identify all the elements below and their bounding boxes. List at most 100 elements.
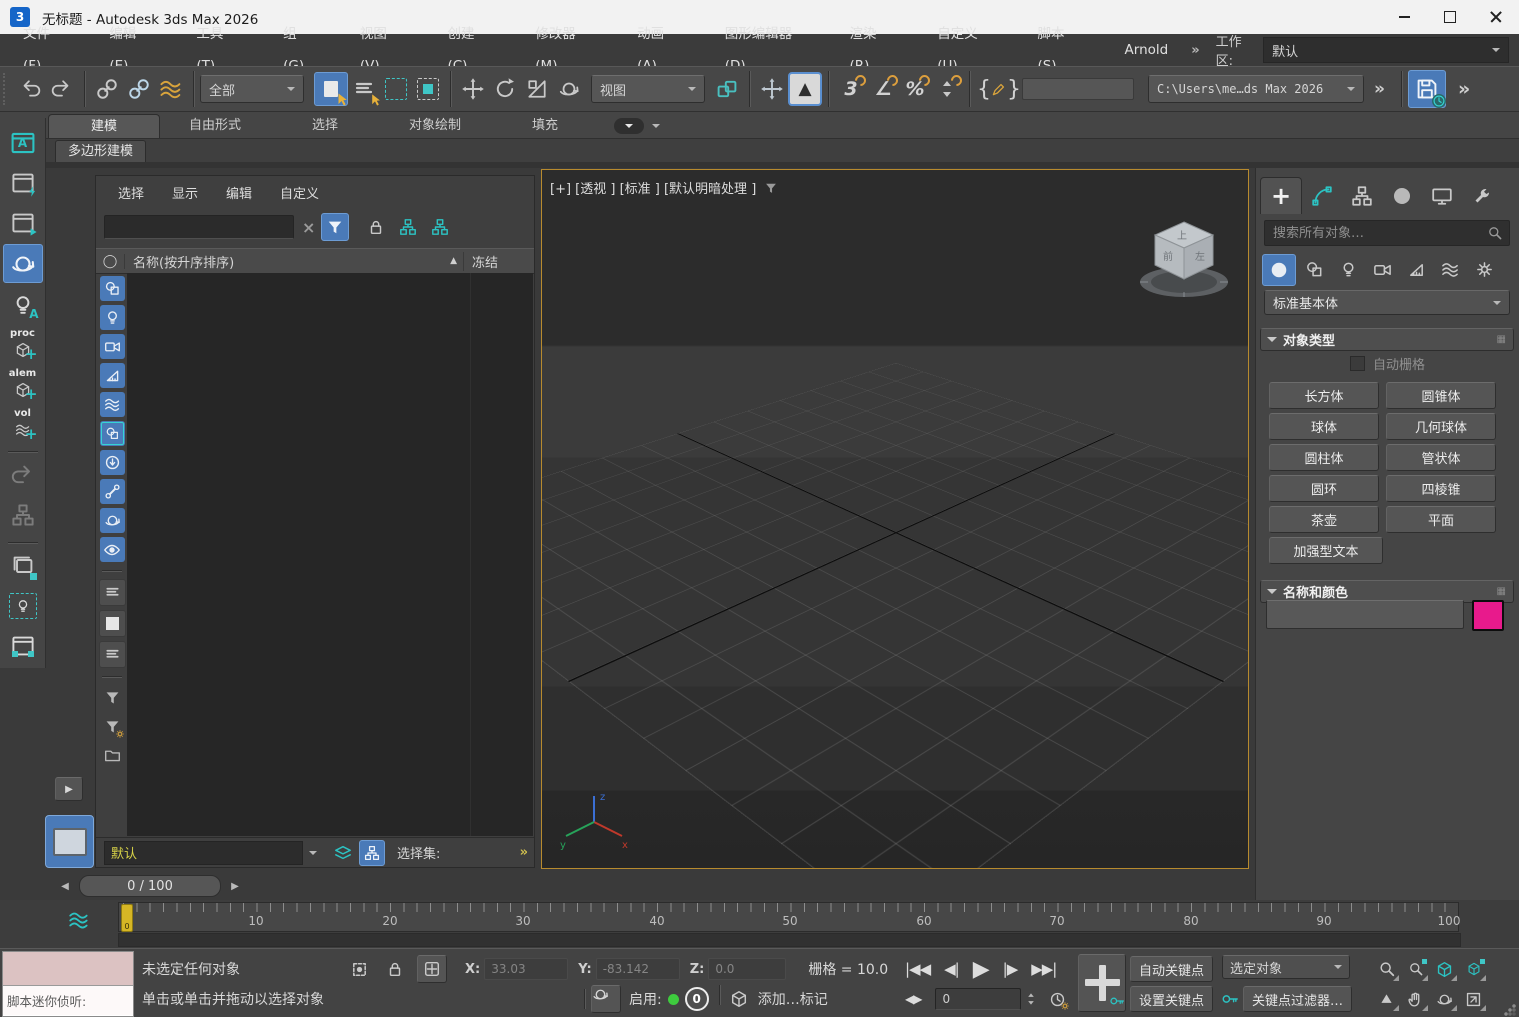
tab-utilities[interactable] xyxy=(1462,178,1502,214)
autosave-button[interactable] xyxy=(1408,70,1446,108)
explorer-filter-button[interactable] xyxy=(321,213,349,241)
field-of-view-button[interactable] xyxy=(1373,987,1400,1012)
filter-lights-icon[interactable] xyxy=(100,305,125,330)
toolbar-overflow-icon[interactable]: » xyxy=(1374,79,1385,99)
window-resize-grip[interactable] xyxy=(1504,1004,1516,1016)
arnold-tx-manager-button[interactable] xyxy=(4,548,42,585)
category-lights-icon[interactable] xyxy=(1332,254,1364,284)
named-selection-input[interactable] xyxy=(1022,78,1134,100)
arnold-procedural-button[interactable]: proc+ xyxy=(4,326,42,363)
key-filters-button[interactable]: 关键点过滤器… xyxy=(1243,986,1352,1012)
selection-filter-dropdown[interactable]: 全部 xyxy=(200,75,304,103)
select-and-link-icon[interactable] xyxy=(91,73,123,105)
clear-search-icon[interactable]: × xyxy=(302,218,315,237)
filter-bone-chains-icon[interactable] xyxy=(100,508,125,533)
project-folder-dropdown[interactable]: C:\Users\me…ds Max 2026 xyxy=(1148,75,1364,103)
chevron-down-icon[interactable] xyxy=(652,124,660,132)
object-type-rollout-header[interactable]: 对象类型 ▦ xyxy=(1260,328,1514,351)
torus-button[interactable]: 圆环 xyxy=(1269,475,1379,502)
filter-visibility-icon[interactable] xyxy=(100,537,125,562)
use-pivot-point-button[interactable] xyxy=(711,73,743,105)
workspace-dropdown[interactable]: 默认 xyxy=(1263,37,1509,63)
reference-coordinate-dropdown[interactable]: 视图 xyxy=(591,75,705,103)
ribbon-tab-modeling[interactable]: 建模 xyxy=(48,114,160,139)
select-and-scale-button[interactable] xyxy=(521,73,553,105)
snaps-use-pivot-button[interactable]: ▲ xyxy=(788,72,822,106)
cylinder-button[interactable]: 圆柱体 xyxy=(1269,444,1379,471)
teapot-button[interactable]: 茶壶 xyxy=(1269,506,1379,533)
y-coordinate-input[interactable] xyxy=(596,958,680,980)
open-mini-curve-editor-button[interactable] xyxy=(60,904,98,936)
spinner-snap-toggle[interactable] xyxy=(931,73,963,105)
undo-button[interactable] xyxy=(14,73,46,105)
filter-settings-icon[interactable] xyxy=(100,714,125,739)
name-column-header[interactable]: 名称(按升序排序) xyxy=(133,252,234,271)
ribbon-panel-polygon-modeling[interactable]: 多边形建模 xyxy=(55,140,146,163)
listener-script-pane[interactable]: 脚本迷你侦听: xyxy=(3,986,133,1015)
filter-shapes-icon[interactable] xyxy=(100,276,125,301)
maximize-viewport-toggle[interactable] xyxy=(1460,987,1487,1012)
autogrid-checkbox[interactable] xyxy=(1350,356,1365,371)
minimize-button[interactable] xyxy=(1381,0,1427,34)
list-view-icon[interactable] xyxy=(99,579,126,606)
category-systems-icon[interactable] xyxy=(1468,254,1500,284)
text-plus-button[interactable]: 加强型文本 xyxy=(1269,537,1383,564)
select-and-place-button[interactable] xyxy=(553,73,585,105)
filter-helpers-icon[interactable] xyxy=(100,363,125,388)
category-geometry-icon[interactable] xyxy=(1262,254,1296,286)
listener-macro-pane[interactable] xyxy=(3,952,133,986)
arnold-aovs-button[interactable] xyxy=(4,628,42,665)
explorer-preset-dropdown[interactable]: 默认 xyxy=(104,841,303,865)
select-by-name-button[interactable] xyxy=(348,73,380,105)
category-space-warps-icon[interactable] xyxy=(1434,254,1466,284)
zoom-button[interactable] xyxy=(1373,957,1400,982)
toolbar-overflow2-icon[interactable]: » xyxy=(1458,78,1470,100)
explorer-flat-view-button[interactable] xyxy=(427,214,453,240)
cube-tag-icon[interactable] xyxy=(730,990,748,1008)
ribbon-minimize-button[interactable] xyxy=(614,118,644,134)
perspective-viewport[interactable]: [+] [透视 ] [标准 ] [默认明暗处理 ] 上 前 左 z x y xyxy=(541,169,1249,869)
window-crossing-toggle[interactable] xyxy=(412,73,444,105)
auto-key-button[interactable]: 自动关键点 xyxy=(1130,956,1213,982)
redo-button[interactable] xyxy=(46,73,78,105)
tab-hierarchy[interactable] xyxy=(1342,178,1382,214)
filter-funnel-icon[interactable] xyxy=(100,685,125,710)
go-to-start-button[interactable]: |◀◀ xyxy=(905,960,930,978)
layers-icon[interactable] xyxy=(331,841,355,865)
frozen-column-header[interactable]: 冻结 xyxy=(464,252,534,271)
set-keys-button[interactable] xyxy=(1078,954,1126,1012)
time-configuration-button[interactable] xyxy=(1044,987,1070,1011)
detail-view-icon[interactable] xyxy=(99,641,126,668)
key-filters-icon[interactable] xyxy=(1221,990,1239,1008)
geosphere-button[interactable]: 几何球体 xyxy=(1386,413,1496,440)
tab-create[interactable]: + xyxy=(1260,177,1302,214)
arnold-operator-graph-button[interactable] xyxy=(4,497,42,534)
explorer-lock-button[interactable] xyxy=(363,214,389,240)
explorer-menu-customize[interactable]: 自定义 xyxy=(280,183,319,202)
angle-snap-toggle[interactable]: ∠ xyxy=(867,73,899,105)
category-helpers-icon[interactable] xyxy=(1400,254,1432,284)
ribbon-tab-object-paint[interactable]: 对象绘制 xyxy=(380,114,490,138)
arnold-convert-scene-button[interactable] xyxy=(4,457,42,494)
rectangular-selection-region-button[interactable] xyxy=(380,73,412,105)
arnold-render-view-button[interactable]: A xyxy=(4,124,42,161)
sphere-button[interactable]: 球体 xyxy=(1269,413,1379,440)
track-bar[interactable] xyxy=(118,933,1461,947)
bind-to-space-warp-icon[interactable] xyxy=(155,73,187,105)
explorer-menu-edit[interactable]: 编辑 xyxy=(226,183,252,202)
percent-snap-toggle[interactable]: % xyxy=(899,73,931,105)
activeshade-render-button[interactable] xyxy=(3,244,43,283)
add-time-tag-label[interactable]: 添加…标记 xyxy=(758,989,828,1009)
go-to-end-button[interactable]: ▶▶| xyxy=(1031,960,1056,978)
maxscript-mini-listener[interactable]: 脚本迷你侦听: xyxy=(2,951,134,1017)
pan-view-button[interactable] xyxy=(1402,987,1429,1012)
box-button[interactable]: 长方体 xyxy=(1269,382,1379,409)
selection-lock-toggle[interactable] xyxy=(381,956,409,982)
snap-toggle-cross-icon[interactable] xyxy=(756,73,788,105)
close-button[interactable] xyxy=(1473,0,1519,34)
time-tag-icon[interactable] xyxy=(591,985,621,1013)
tab-display[interactable] xyxy=(1422,178,1462,214)
menu-overflow-icon[interactable]: » xyxy=(1191,43,1199,58)
tab-modify[interactable] xyxy=(1302,178,1342,214)
filter-bones-icon[interactable] xyxy=(100,479,125,504)
